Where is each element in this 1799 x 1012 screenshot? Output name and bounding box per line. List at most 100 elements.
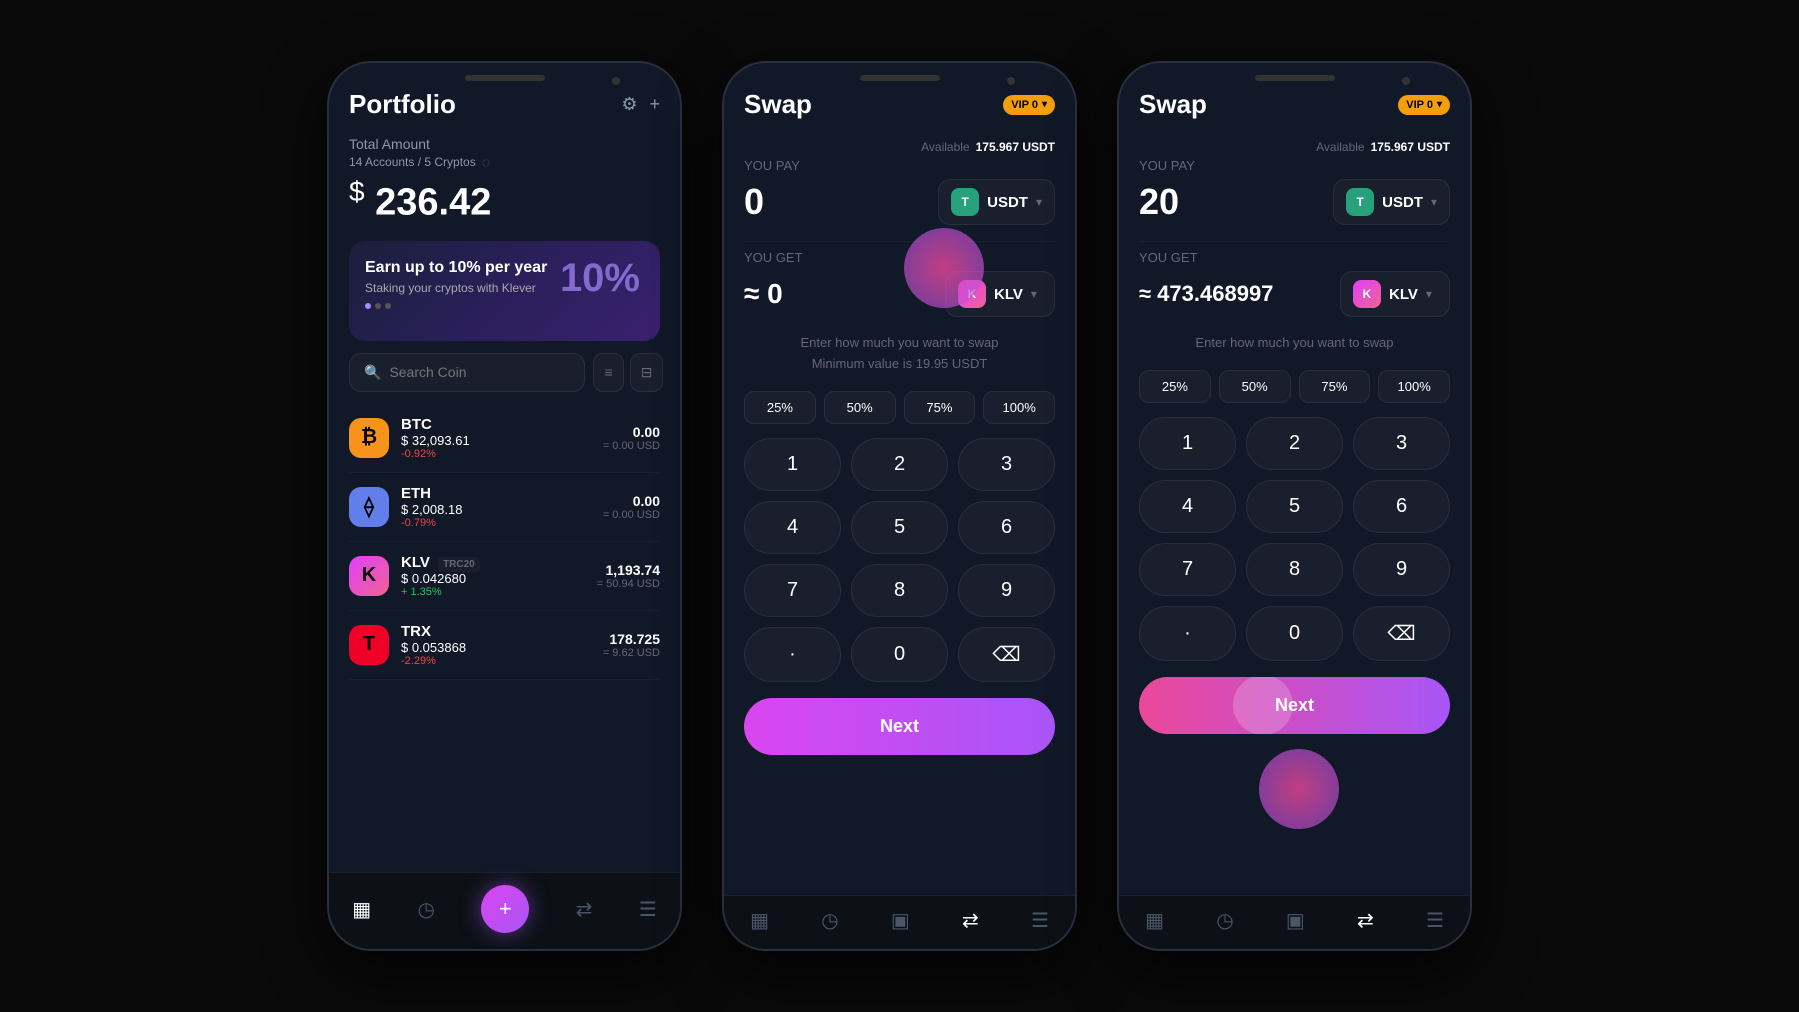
dot-2 <box>375 303 381 309</box>
nav-menu-btn-1[interactable]: ☰ <box>639 897 657 922</box>
eth-info: ETH $ 2,008.18 -0.79% <box>401 485 591 529</box>
nav-history-btn-3[interactable]: ◷ <box>1216 908 1233 933</box>
nav-history-btn[interactable]: ◷ <box>417 897 434 922</box>
nav-portfolio-btn-2[interactable]: ▦ <box>750 908 769 933</box>
total-amount: $ 236.42 <box>349 176 660 225</box>
coin-row-eth[interactable]: ⟠ ETH $ 2,008.18 -0.79% 0.00 = 0.00 USD <box>349 473 660 542</box>
klv-usd: = 50.94 USD <box>597 578 660 590</box>
coin-row-trx[interactable]: T TRX $ 0.053868 -2.29% 178.725 = 9.62 U… <box>349 611 660 680</box>
nav-swap-btn-3[interactable]: ⇄ <box>1357 908 1374 933</box>
num-6-btn-2[interactable]: 6 <box>958 501 1055 554</box>
num-4-btn-3[interactable]: 4 <box>1139 480 1236 533</box>
phone-portfolio: Portfolio ⚙ + Total Amount 14 Accounts /… <box>327 61 682 951</box>
nav-wallet-btn-2[interactable]: ▣ <box>891 908 910 933</box>
numpad-3: 1 2 3 4 5 6 7 8 9 · 0 ⌫ <box>1139 417 1450 661</box>
pct-50-btn-3[interactable]: 50% <box>1219 370 1291 403</box>
search-input[interactable] <box>389 364 570 380</box>
hide-balance-icon[interactable]: ◌ <box>482 154 490 170</box>
trx-balance: 178.725 = 9.62 USD <box>603 631 660 659</box>
pct-75-btn-2[interactable]: 75% <box>904 391 976 424</box>
nav-portfolio-btn[interactable]: ▦ <box>352 897 371 922</box>
pay-token-selector-2[interactable]: T USDT ▾ <box>938 179 1055 225</box>
num-9-btn-2[interactable]: 9 <box>958 564 1055 617</box>
list-view-button[interactable]: ≡ <box>593 353 623 392</box>
pct-25-btn-2[interactable]: 25% <box>744 391 816 424</box>
bottom-nav-3: ▦ ◷ ▣ ⇄ ☰ <box>1119 895 1470 949</box>
pct-100-btn-2[interactable]: 100% <box>983 391 1055 424</box>
pct-75-btn-3[interactable]: 75% <box>1299 370 1371 403</box>
btc-icon: ₿ <box>349 418 389 458</box>
swap-title-2: Swap <box>744 89 812 120</box>
num-7-btn-3[interactable]: 7 <box>1139 543 1236 596</box>
settings-button[interactable]: ⚙ <box>621 94 637 115</box>
nav-wallet-btn-3[interactable]: ▣ <box>1286 908 1305 933</box>
get-token-selector-2[interactable]: K KLV ▾ <box>945 271 1055 317</box>
status-bar-3 <box>1119 63 1470 89</box>
get-token-selector-3[interactable]: K KLV ▾ <box>1340 271 1450 317</box>
btc-info: BTC $ 32,093.61 -0.92% <box>401 416 591 460</box>
num-3-btn-3[interactable]: 3 <box>1353 417 1450 470</box>
vip-badge-3[interactable]: VIP 0 <box>1398 95 1450 115</box>
swap-content-3: Swap VIP 0 Available 175.967 USDT YOU PA… <box>1119 89 1470 734</box>
add-button[interactable]: + <box>649 94 660 115</box>
num-backspace-btn-2[interactable]: ⌫ <box>958 627 1055 682</box>
pct-25-btn-3[interactable]: 25% <box>1139 370 1211 403</box>
status-notch-3 <box>1255 75 1335 81</box>
pay-row-3: 20 T USDT ▾ <box>1139 179 1450 225</box>
next-btn-3[interactable]: Next <box>1139 677 1450 734</box>
next-btn-2[interactable]: Next <box>744 698 1055 755</box>
num-1-btn-2[interactable]: 1 <box>744 438 841 491</box>
klv-balance: 1,193.74 = 50.94 USD <box>597 562 660 590</box>
earn-banner[interactable]: Earn up to 10% per year Staking your cry… <box>349 241 660 341</box>
nav-menu-btn-2[interactable]: ☰ <box>1031 908 1049 933</box>
swap-hint-2: Enter how much you want to swap Minimum … <box>744 333 1055 375</box>
num-3-btn-2[interactable]: 3 <box>958 438 1055 491</box>
usdt-icon-2: T <box>951 188 979 216</box>
num-dot-btn-3[interactable]: · <box>1139 606 1236 661</box>
num-7-btn-2[interactable]: 7 <box>744 564 841 617</box>
nav-menu-btn-3[interactable]: ☰ <box>1426 908 1444 933</box>
trx-price: $ 0.053868 <box>401 640 591 655</box>
nav-history-btn-2[interactable]: ◷ <box>821 908 838 933</box>
pct-100-btn-3[interactable]: 100% <box>1378 370 1450 403</box>
filter-buttons: ≡ ⊟ <box>593 353 663 392</box>
num-backspace-btn-3[interactable]: ⌫ <box>1353 606 1450 661</box>
nav-portfolio-btn-3[interactable]: ▦ <box>1145 908 1164 933</box>
pay-amount-3: 20 <box>1139 181 1179 223</box>
get-token-name-3: KLV <box>1389 286 1418 303</box>
pct-50-btn-2[interactable]: 50% <box>824 391 896 424</box>
nav-swap-btn-1[interactable]: ⇄ <box>576 897 593 922</box>
pay-token-chevron-2: ▾ <box>1036 195 1042 209</box>
next-btn-ripple-3 <box>1233 677 1293 734</box>
num-2-btn-3[interactable]: 2 <box>1246 417 1343 470</box>
trx-icon: T <box>349 625 389 665</box>
nav-swap-btn-2[interactable]: ⇄ <box>962 908 979 933</box>
coin-row-btc[interactable]: ₿ BTC $ 32,093.61 -0.92% 0.00 = 0.00 USD <box>349 404 660 473</box>
eth-price: $ 2,008.18 <box>401 502 591 517</box>
num-8-btn-3[interactable]: 8 <box>1246 543 1343 596</box>
num-9-btn-3[interactable]: 9 <box>1353 543 1450 596</box>
num-4-btn-2[interactable]: 4 <box>744 501 841 554</box>
num-0-btn-3[interactable]: 0 <box>1246 606 1343 661</box>
coin-row-klv[interactable]: K KLV TRC20 $ 0.042680 + 1.35% 1,193.74 … <box>349 542 660 611</box>
pay-token-selector-3[interactable]: T USDT ▾ <box>1333 179 1450 225</box>
btc-price: $ 32,093.61 <box>401 433 591 448</box>
btc-amount: 0.00 <box>603 424 660 440</box>
get-amount-3: ≈ 473.468997 <box>1139 281 1273 307</box>
num-1-btn-3[interactable]: 1 <box>1139 417 1236 470</box>
num-5-btn-2[interactable]: 5 <box>851 501 948 554</box>
vip-badge-2[interactable]: VIP 0 <box>1003 95 1055 115</box>
search-input-wrap[interactable]: 🔍 <box>349 353 585 392</box>
num-8-btn-2[interactable]: 8 <box>851 564 948 617</box>
nav-center-btn[interactable]: + <box>481 885 529 933</box>
num-2-btn-2[interactable]: 2 <box>851 438 948 491</box>
num-dot-btn-2[interactable]: · <box>744 627 841 682</box>
num-0-btn-2[interactable]: 0 <box>851 627 948 682</box>
get-row-3: ≈ 473.468997 K KLV ▾ <box>1139 271 1450 317</box>
num-6-btn-3[interactable]: 6 <box>1353 480 1450 533</box>
filter-button[interactable]: ⊟ <box>630 353 664 392</box>
klv-amount: 1,193.74 <box>597 562 660 578</box>
available-amount-3: 175.967 USDT <box>1371 140 1450 154</box>
get-label-2: YOU GET <box>744 250 1055 265</box>
num-5-btn-3[interactable]: 5 <box>1246 480 1343 533</box>
